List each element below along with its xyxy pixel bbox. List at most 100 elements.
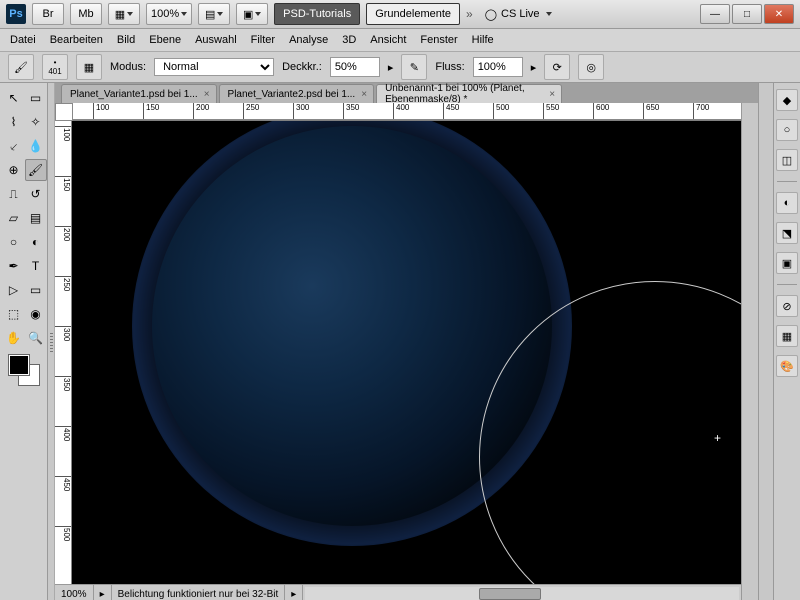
zoom-level-dropdown[interactable]: 100%	[146, 3, 192, 25]
channels-panel-icon[interactable]: ○	[776, 119, 798, 141]
lasso-tool[interactable]: ⌇	[3, 111, 25, 133]
marquee-tool[interactable]: ▭	[25, 87, 47, 109]
status-zoom[interactable]: 100%	[55, 585, 94, 600]
zoom-tool[interactable]: 🔍	[25, 327, 47, 349]
airbrush-icon[interactable]: ⟳	[544, 54, 570, 80]
opacity-label: Deckkr.:	[282, 61, 322, 73]
brush-tool[interactable]: 🖌	[25, 159, 47, 181]
mode-label: Modus:	[110, 61, 146, 73]
status-menu-arrow[interactable]: ▸	[285, 585, 303, 600]
workspace-more-icon[interactable]: »	[466, 7, 473, 21]
3d-tool[interactable]: ⬚	[3, 303, 25, 325]
menu-filter[interactable]: Filter	[251, 34, 275, 46]
path-select-tool[interactable]: ▷	[3, 279, 25, 301]
tool-preset-picker[interactable]: 🖌	[8, 54, 34, 80]
foreground-color[interactable]	[9, 355, 29, 375]
scrollbar-thumb[interactable]	[479, 588, 541, 600]
bridge-button[interactable]: Br	[32, 3, 64, 25]
flow-arrow[interactable]: ▸	[531, 61, 537, 74]
brush-panel-toggle[interactable]: ▦	[76, 54, 102, 80]
move-tool[interactable]: ↖	[3, 87, 25, 109]
quick-select-tool[interactable]: ✧	[25, 111, 47, 133]
stamp-tool[interactable]: ⎍	[3, 183, 25, 205]
styles-panel-icon[interactable]: ⬔	[776, 222, 798, 244]
history-brush-tool[interactable]: ↺	[25, 183, 47, 205]
blur-tool[interactable]: ○	[3, 231, 25, 253]
crop-tool[interactable]: ⸔	[3, 135, 25, 157]
close-icon[interactable]: ×	[361, 89, 367, 100]
menu-datei[interactable]: Datei	[10, 34, 36, 46]
ruler-origin[interactable]	[55, 103, 73, 121]
shape-tool[interactable]: ▭	[25, 279, 47, 301]
maximize-button[interactable]: □	[732, 4, 762, 24]
brush-preview[interactable]: •401	[42, 54, 68, 80]
document-tabs: Planet_Variante1.psd bei 1...× Planet_Va…	[55, 83, 758, 103]
layers-panel-icon[interactable]: ◆	[776, 89, 798, 111]
minibridge-button[interactable]: Mb	[70, 3, 102, 25]
canvas[interactable]: +	[72, 121, 741, 584]
masks-panel-icon[interactable]: ▣	[776, 252, 798, 274]
minimize-button[interactable]: —	[700, 4, 730, 24]
menu-3d[interactable]: 3D	[342, 34, 356, 46]
status-bar: 100% ▸ Belichtung funktioniert nur bei 3…	[55, 584, 741, 600]
gradient-tool[interactable]: ▤	[25, 207, 47, 229]
toolbox: ↖ ▭ ⌇ ✧ ⸔ 💧 ⊕ 🖌 ⎍ ↺ ▱ ▤ ○ ◐ ✒ T ▷ ▭ ⬚ ◉ …	[0, 83, 48, 600]
cslive-icon: ◯	[485, 8, 497, 21]
close-icon[interactable]: ×	[549, 89, 555, 100]
workspace-grundelemente[interactable]: Grundelemente	[366, 3, 460, 25]
cursor-crosshair: +	[714, 431, 721, 445]
ruler-vertical[interactable]: 100150200250300350400450500	[55, 121, 72, 584]
workspace: ↖ ▭ ⌇ ✧ ⸔ 💧 ⊕ 🖌 ⎍ ↺ ▱ ▤ ○ ◐ ✒ T ▷ ▭ ⬚ ◉ …	[0, 83, 800, 600]
ruler-horizontal[interactable]: 100150200250300350400450500550600650700	[73, 103, 741, 120]
eyedropper-tool[interactable]: 💧	[25, 135, 47, 157]
adjustments-panel-icon[interactable]: ◐	[776, 192, 798, 214]
opacity-arrow[interactable]: ▸	[388, 61, 394, 74]
screen-mode-button[interactable]: ▣	[236, 3, 268, 25]
cslive-label[interactable]: CS Live	[501, 8, 540, 20]
menu-bearbeiten[interactable]: Bearbeiten	[50, 34, 103, 46]
brush-panel-icon[interactable]: 🎨	[776, 355, 798, 377]
menu-bild[interactable]: Bild	[117, 34, 135, 46]
document-area: Planet_Variante1.psd bei 1...× Planet_Va…	[55, 83, 758, 600]
menu-fenster[interactable]: Fenster	[420, 34, 457, 46]
hand-tool[interactable]: ✋	[3, 327, 25, 349]
menu-bar: Datei Bearbeiten Bild Ebene Auswahl Filt…	[0, 29, 800, 52]
horizontal-scrollbar[interactable]	[305, 587, 739, 600]
pen-tool[interactable]: ✒	[3, 255, 25, 277]
mode-select[interactable]: Normal	[154, 58, 274, 76]
close-button[interactable]: ✕	[764, 4, 794, 24]
status-nav-arrow[interactable]: ▸	[94, 585, 112, 600]
menu-analyse[interactable]: Analyse	[289, 34, 328, 46]
menu-auswahl[interactable]: Auswahl	[195, 34, 237, 46]
menu-ansicht[interactable]: Ansicht	[370, 34, 406, 46]
workspace-tutorials[interactable]: PSD-Tutorials	[274, 3, 360, 25]
vertical-scrollbar[interactable]	[741, 103, 758, 600]
options-bar: 🖌 •401 ▦ Modus: Normal Deckkr.: ▸ ✎ Flus…	[0, 52, 800, 83]
color-swatch[interactable]	[9, 355, 39, 385]
color-panel-icon[interactable]: ⊘	[776, 295, 798, 317]
3d-camera-tool[interactable]: ◉	[25, 303, 47, 325]
menu-hilfe[interactable]: Hilfe	[472, 34, 494, 46]
menu-ebene[interactable]: Ebene	[149, 34, 181, 46]
flow-input[interactable]	[473, 57, 523, 77]
flow-label: Fluss:	[435, 61, 464, 73]
doc-tab-3[interactable]: Unbenannt-1 bei 100% (Planet, Ebenenmask…	[376, 84, 562, 103]
right-panel-dock: ◆ ○ ◫ ◐ ⬔ ▣ ⊘ ▦ 🎨	[773, 83, 800, 600]
opacity-input[interactable]	[330, 57, 380, 77]
swatches-panel-icon[interactable]: ▦	[776, 325, 798, 347]
close-icon[interactable]: ×	[204, 89, 210, 100]
doc-tab-2[interactable]: Planet_Variante2.psd bei 1...×	[219, 84, 375, 103]
view-grid-button[interactable]: ▦	[108, 3, 140, 25]
arrange-button[interactable]: ▤	[198, 3, 230, 25]
paths-panel-icon[interactable]: ◫	[776, 149, 798, 171]
dodge-tool[interactable]: ◐	[25, 231, 47, 253]
doc-tab-1[interactable]: Planet_Variante1.psd bei 1...×	[61, 84, 217, 103]
opacity-pressure-icon[interactable]: ✎	[401, 54, 427, 80]
type-tool[interactable]: T	[25, 255, 47, 277]
tablet-pressure-icon[interactable]: ◎	[578, 54, 604, 80]
panel-grip-left[interactable]	[48, 83, 55, 600]
app-logo: Ps	[6, 4, 26, 24]
healing-tool[interactable]: ⊕	[3, 159, 25, 181]
eraser-tool[interactable]: ▱	[3, 207, 25, 229]
panel-grip-right[interactable]	[758, 83, 773, 600]
